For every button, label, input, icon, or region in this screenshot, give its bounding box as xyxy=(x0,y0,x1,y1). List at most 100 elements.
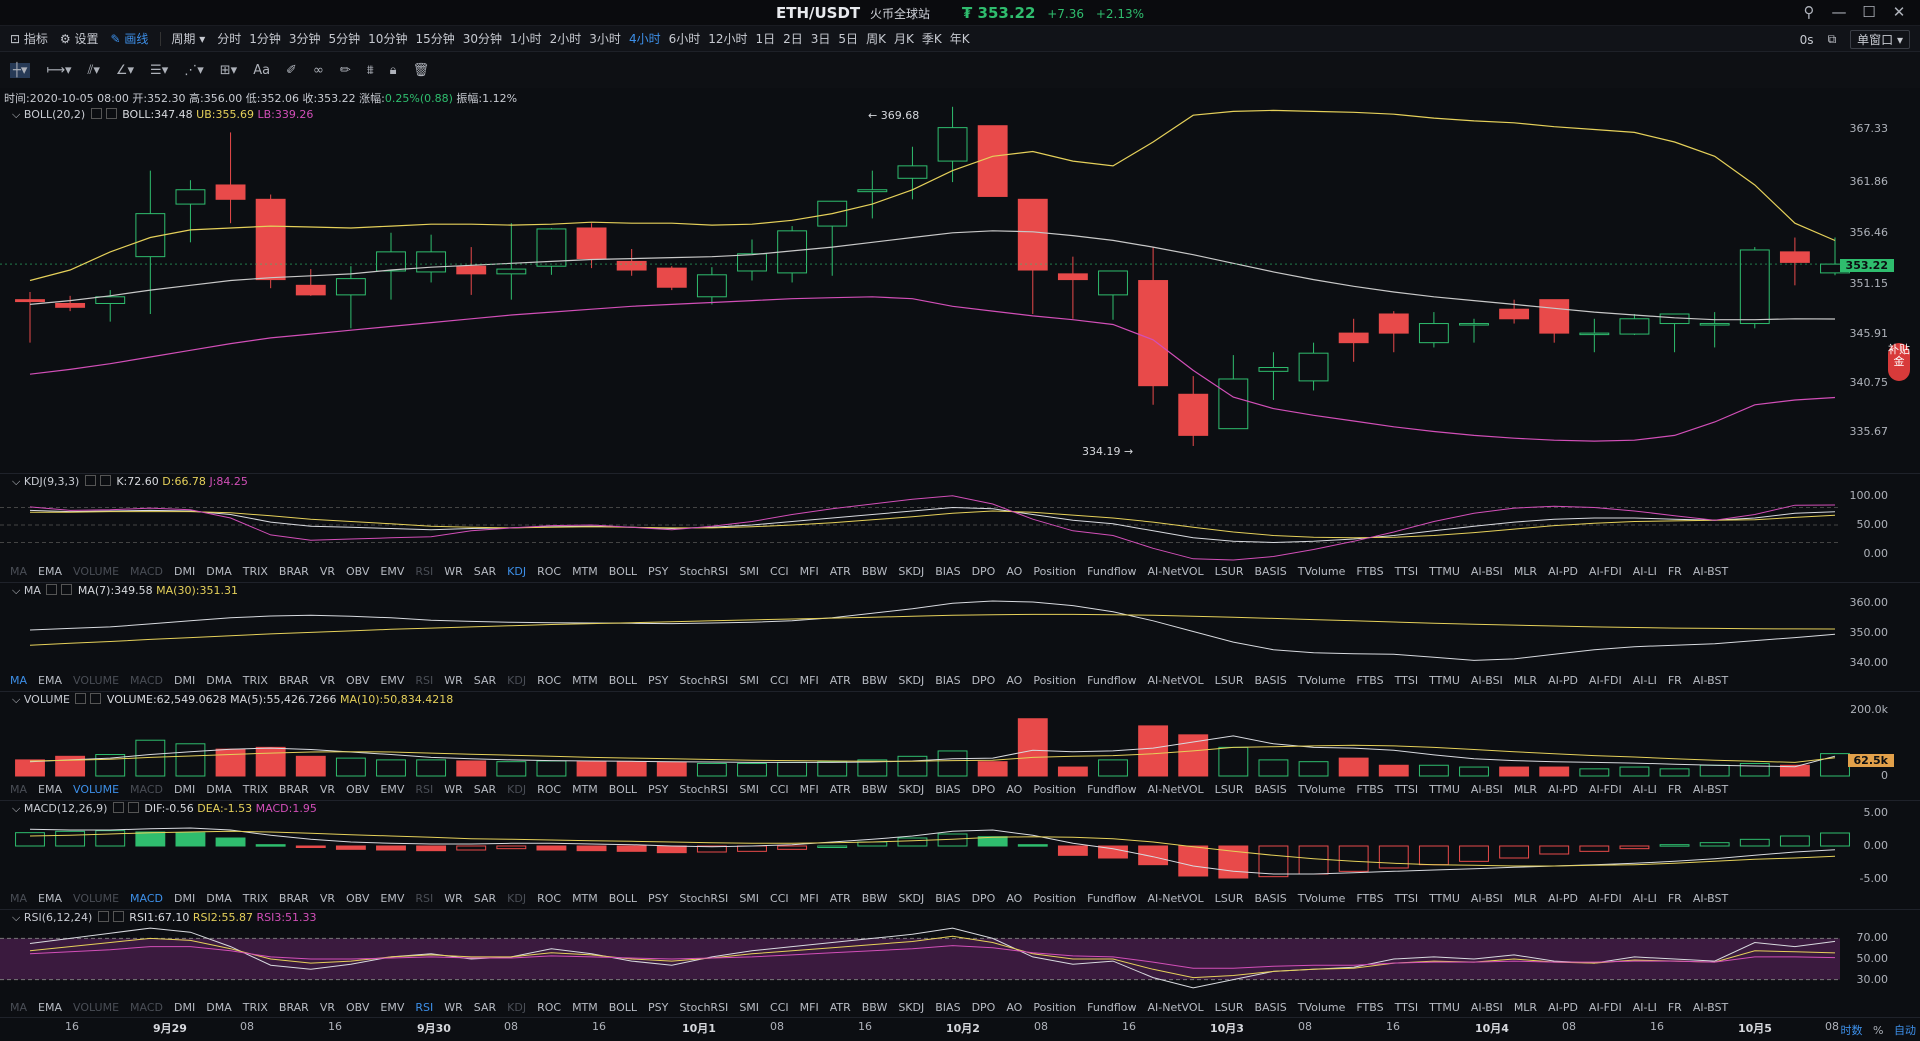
volume-bar xyxy=(1098,759,1128,777)
time-axis-label: 10月5 xyxy=(1738,1022,1772,1035)
time-axis-label: 9月29 xyxy=(153,1022,187,1035)
volume-bar xyxy=(576,761,607,777)
time-axis-label: 08 xyxy=(770,1020,784,1033)
candle-body xyxy=(255,198,286,281)
candle-body xyxy=(1459,323,1489,326)
time-axis-label: 10月1 xyxy=(682,1022,716,1035)
macd-bar xyxy=(1258,845,1289,878)
candle-body xyxy=(576,227,607,260)
macd-bar xyxy=(1459,845,1489,862)
price-axis-label: 340.75 xyxy=(1849,376,1889,390)
volume-bar xyxy=(656,761,687,777)
kdj-axis-label: 100.00 xyxy=(1849,488,1889,502)
ma30-line xyxy=(29,613,1836,646)
candle-body xyxy=(1258,367,1289,372)
volume-bar xyxy=(536,760,567,777)
time-axis-label: 16 xyxy=(1122,1020,1136,1033)
candle-body xyxy=(416,251,447,273)
candle-body xyxy=(1418,323,1449,344)
candle-body xyxy=(737,253,767,272)
time-axis-label: 16 xyxy=(328,1020,342,1033)
volume-bar xyxy=(15,759,45,777)
auto-scale-button[interactable]: 自动 xyxy=(1894,1024,1916,1037)
macd-bar xyxy=(1539,845,1570,855)
candle-body xyxy=(1378,313,1409,334)
candle-body xyxy=(937,127,968,162)
volume-bar xyxy=(1539,766,1570,777)
candle-body xyxy=(95,296,126,304)
ma-axis-label: 360.00 xyxy=(1849,595,1889,609)
candle-body xyxy=(1138,280,1169,387)
ma-axis-label: 340.00 xyxy=(1849,656,1889,670)
ma7-line xyxy=(29,600,1836,661)
macd-bar xyxy=(1619,845,1650,850)
candle-body xyxy=(696,274,727,298)
macd-bar xyxy=(897,837,928,847)
volume-bar xyxy=(456,760,487,777)
price-chart[interactable] xyxy=(0,0,1920,1041)
candle-body xyxy=(897,165,928,179)
volume-bar xyxy=(817,761,848,777)
time-axis-label: 16 xyxy=(1386,1020,1400,1033)
percent-mode-button[interactable]: % xyxy=(1873,1024,1883,1037)
price-axis-label: 361.86 xyxy=(1849,174,1889,188)
macd-bar xyxy=(416,845,447,852)
subsidy-badge[interactable]: 补贴金 xyxy=(1888,343,1910,381)
macd-bar xyxy=(1779,835,1810,847)
volume-bar xyxy=(295,755,326,777)
macd-bar xyxy=(135,831,166,847)
macd-bar xyxy=(656,845,687,854)
macd-bar xyxy=(1579,845,1610,852)
volume-bar xyxy=(496,761,527,777)
time-axis-label: 08 xyxy=(1825,1020,1839,1033)
macd-bar xyxy=(1820,832,1850,847)
macd-bar xyxy=(777,845,808,850)
time-axis-label: 16 xyxy=(65,1020,79,1033)
volume-axis-label: 0 xyxy=(1881,769,1888,782)
macd-bar xyxy=(1378,845,1409,869)
volume-bar xyxy=(1298,761,1329,777)
kdj-d-line xyxy=(30,510,1836,539)
volume-bar xyxy=(737,762,767,777)
macd-bar xyxy=(1298,845,1329,875)
macd-bar xyxy=(1499,845,1530,859)
time-axis-label: 16 xyxy=(592,1020,606,1033)
macd-bar xyxy=(255,844,286,847)
macd-bar xyxy=(496,845,527,850)
candle-body xyxy=(1218,378,1249,430)
volume-bar xyxy=(1579,768,1610,777)
axis-mode-controls: 时数 % 自动 xyxy=(1841,1022,1916,1038)
kdj-axis-label: 0.00 xyxy=(1863,547,1889,561)
time-axis-label: 16 xyxy=(858,1020,872,1033)
last-volume-tag: 62.5k xyxy=(1847,754,1894,767)
macd-bar xyxy=(1699,842,1730,847)
candle-body xyxy=(977,125,1008,197)
macd-bar xyxy=(95,830,126,847)
volume-bar xyxy=(977,761,1008,777)
candle-body xyxy=(1699,323,1730,326)
time-axis-label: 08 xyxy=(240,1020,254,1033)
high-annotation: ← 369.68 xyxy=(868,109,920,122)
volume-bar xyxy=(1178,734,1209,777)
macd-bar xyxy=(536,845,567,851)
volume-bar xyxy=(1659,768,1690,777)
boll-ub-line xyxy=(29,109,1836,282)
macd-bar xyxy=(1057,845,1088,856)
volume-bar xyxy=(175,743,206,777)
volume-bar xyxy=(696,762,727,777)
candle-body xyxy=(55,302,86,308)
time-axis-label: 16 xyxy=(1650,1020,1664,1033)
volume-bar xyxy=(335,757,366,777)
rsi-band xyxy=(0,938,1840,980)
volume-bar xyxy=(255,746,286,777)
time-mode-button[interactable]: 时数 xyxy=(1841,1024,1863,1037)
candle-body xyxy=(175,189,206,205)
candle-body xyxy=(496,268,527,275)
time-axis-label: 10月2 xyxy=(946,1022,980,1035)
candle-body xyxy=(376,251,406,272)
time-axis-label: 10月3 xyxy=(1210,1022,1244,1035)
macd-bar xyxy=(215,837,246,847)
volume-bar xyxy=(215,748,246,777)
candle-body xyxy=(1057,273,1088,281)
candle-body xyxy=(1739,249,1770,325)
